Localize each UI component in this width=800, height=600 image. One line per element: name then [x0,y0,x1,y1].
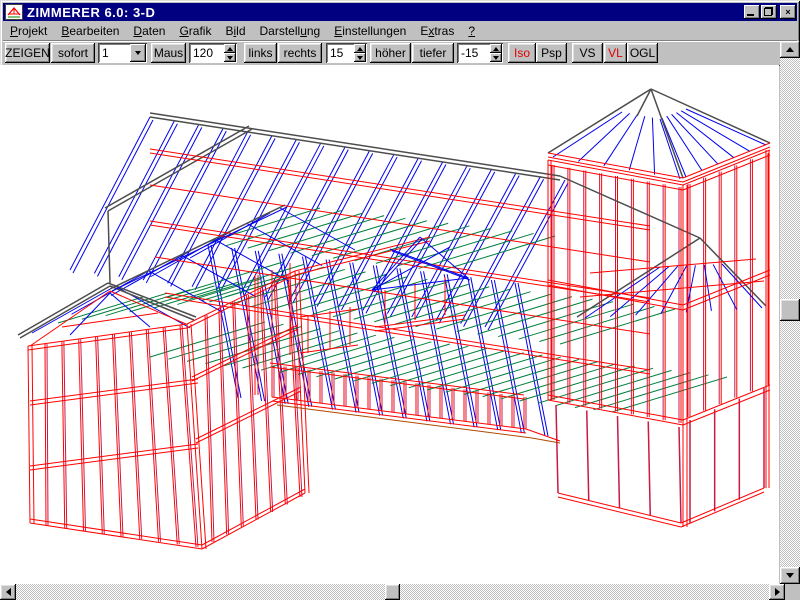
menu-bar: ProjektBearbeitenDatenGrafikBildDarstell… [3,21,797,41]
menu-darstellung[interactable]: Darstellung [253,23,328,39]
app-window: ZIMMERER 6.0: 3-D × ProjektBearbeitenDat… [0,0,800,600]
psp-button[interactable]: Psp [536,43,567,63]
arrow-left-icon [6,588,11,596]
title-bar[interactable]: ZIMMERER 6.0: 3-D × [3,3,797,21]
window-title: ZIMMERER 6.0: 3-D [27,5,155,20]
scroll-left-button[interactable] [0,584,16,600]
iso-button[interactable]: Iso [508,43,536,63]
minimize-button[interactable] [744,5,760,19]
rotate-step-spinner-up[interactable] [224,44,236,53]
menu-help[interactable]: ? [461,23,482,39]
wireframe-house-drawing [0,65,779,584]
arrow-down-icon [786,573,794,578]
menu-extras[interactable]: Extras [413,23,461,39]
rotate-step-spinner[interactable]: 120 [189,43,237,63]
ogl-button[interactable]: OGL [627,43,658,63]
titlebar-buttons: × [743,3,797,21]
vertical-scroll-thumb[interactable] [780,299,800,321]
drawing-canvas[interactable] [0,65,779,584]
hoeher-button[interactable]: höher [370,43,411,63]
restore-icon [764,7,773,16]
menu-projekt[interactable]: Projekt [3,23,54,39]
menu-einstellungen[interactable]: Einstellungen [327,23,413,39]
toolbar: ZEIGENsofort1Maus120 linksrechts15höherti… [3,41,797,66]
vs-button[interactable]: VS [572,43,603,63]
spinner-up-icon [493,47,499,51]
view-combobox[interactable]: 1 [98,43,147,63]
tilt-spinner-up[interactable] [490,44,502,53]
links-button[interactable]: links [244,43,277,63]
maus-button[interactable]: Maus [151,43,186,63]
arrow-right-icon [775,588,780,596]
menu-bild[interactable]: Bild [218,23,252,39]
sofort-button[interactable]: sofort [51,43,95,63]
tilt-spinner-down[interactable] [490,53,502,62]
spinner-down-icon [493,56,499,60]
scroll-right-button[interactable] [769,584,785,600]
height-step-spinner-down[interactable] [354,53,366,62]
scrollbar-corner [785,584,800,600]
spinner-down-icon [357,56,363,60]
tilt-spinner[interactable]: -15 [457,43,503,63]
rotate-step-spinner-down[interactable] [224,53,236,62]
vl-button[interactable]: VL [604,43,627,63]
scroll-up-button[interactable] [780,41,800,58]
menu-bearbeiten[interactable]: Bearbeiten [54,23,126,39]
horizontal-scrollbar[interactable] [0,584,785,600]
height-step-spinner-up[interactable] [354,44,366,53]
tiefer-button[interactable]: tiefer [412,43,454,63]
minimize-icon [747,14,754,16]
vertical-scrollbar[interactable] [780,41,800,584]
app-icon [5,4,23,20]
menu-daten[interactable]: Daten [126,23,172,39]
height-step-spinner[interactable]: 15 [326,43,367,63]
scroll-down-button[interactable] [780,567,800,584]
arrow-up-icon [786,47,794,52]
dropdown-icon [135,51,141,55]
spinner-down-icon [227,56,233,60]
close-icon: × [785,7,790,17]
view-combobox-dropdown[interactable] [130,44,146,62]
close-button[interactable]: × [780,5,796,19]
menu-grafik[interactable]: Grafik [172,23,218,39]
rechts-button[interactable]: rechts [278,43,322,63]
restore-button[interactable] [761,5,777,19]
spinner-up-icon [227,47,233,51]
spinner-up-icon [357,47,363,51]
horizontal-scroll-thumb[interactable] [385,584,400,600]
zeigen-button[interactable]: ZEIGEN [5,43,50,63]
